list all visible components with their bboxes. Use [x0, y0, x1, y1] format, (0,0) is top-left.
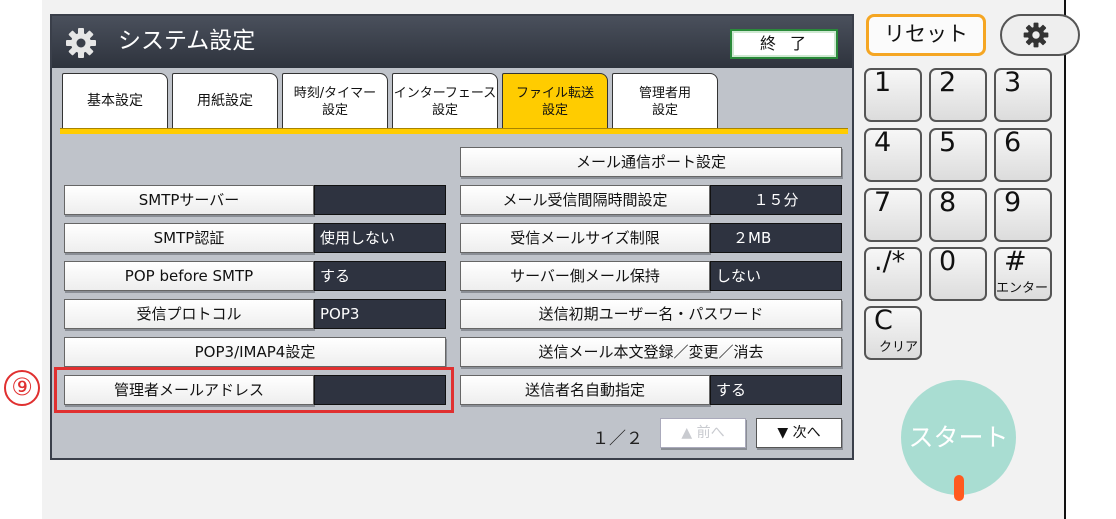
start-indicator-led [954, 475, 964, 501]
send-mail-body-button[interactable]: 送信メール本文登録／変更／消去 [460, 337, 842, 367]
page-title: システム設定 [118, 28, 256, 54]
tab-interface[interactable]: インターフェース 設定 [392, 73, 498, 129]
receive-mail-size-limit-button[interactable]: 受信メールサイズ制限 [460, 223, 710, 253]
sender-name-auto-value: する [710, 375, 842, 405]
title-bar: システム設定 終了 [52, 16, 852, 68]
key-clear[interactable]: C クリア [864, 306, 922, 360]
key-4[interactable]: 4 [864, 128, 922, 182]
key-9[interactable]: 9 [994, 188, 1052, 242]
tab-bar: 基本設定 用紙設定 時刻/タイマー 設定 インターフェース 設定 ファイル転送 … [60, 73, 850, 135]
receive-protocol-value: POP3 [314, 299, 446, 329]
key-label: 1 [874, 67, 892, 98]
key-1[interactable]: 1 [864, 68, 922, 122]
smtp-server-button[interactable]: SMTPサーバー [64, 185, 314, 215]
key-label: 9 [1004, 187, 1022, 218]
key-label: 7 [874, 187, 892, 218]
panel-edge [1064, 0, 1066, 519]
tab-label: ファイル転送 設定 [515, 85, 594, 118]
key-label: # [1004, 246, 1027, 277]
key-label: C [874, 305, 893, 336]
annotation-number: ⑨ [4, 370, 40, 406]
tab-underline [60, 128, 848, 134]
tab-label: インターフェース 設定 [393, 85, 497, 118]
key-5[interactable]: 5 [929, 128, 987, 182]
smtp-auth-value: 使用しない [314, 223, 446, 253]
send-default-user-password-button[interactable]: 送信初期ユーザー名・パスワード [460, 299, 842, 329]
key-label: 2 [939, 67, 957, 98]
receive-mail-size-limit-value: ２MB [710, 223, 842, 253]
prev-page-button[interactable]: ▲ 前へ [660, 418, 746, 448]
tab-label: 管理者用 設定 [638, 85, 691, 118]
key-label: ./* [874, 246, 906, 277]
key-0[interactable]: 0 [929, 247, 987, 301]
server-mail-keep-button[interactable]: サーバー側メール保持 [460, 261, 710, 291]
tab-admin[interactable]: 管理者用 設定 [612, 73, 718, 129]
tab-label: 用紙設定 [197, 93, 253, 109]
key-8[interactable]: 8 [929, 188, 987, 242]
server-mail-keep-value: しない [710, 261, 842, 291]
next-page-button[interactable]: ▼ 次へ [756, 418, 842, 448]
pop-before-smtp-value: する [314, 261, 446, 291]
highlight-box [54, 367, 454, 413]
key-label: 6 [1004, 127, 1022, 158]
receive-protocol-button[interactable]: 受信プロトコル [64, 299, 314, 329]
gear-icon [66, 28, 96, 58]
key-sublabel: クリア [878, 340, 918, 355]
smtp-server-value [314, 185, 446, 215]
mail-port-setting-button[interactable]: メール通信ポート設定 [460, 147, 842, 177]
end-button[interactable]: 終了 [730, 29, 838, 59]
pop-before-smtp-button[interactable]: POP before SMTP [64, 261, 314, 291]
smtp-auth-button[interactable]: SMTP認証 [64, 223, 314, 253]
tab-label: 時刻/タイマー 設定 [293, 85, 377, 118]
key-label: 3 [1004, 67, 1022, 98]
gear-icon [1023, 22, 1049, 48]
page-indicator: １／２ [592, 429, 643, 449]
reset-button[interactable]: リセット [866, 14, 986, 56]
key-6[interactable]: 6 [994, 128, 1052, 182]
key-3[interactable]: 3 [994, 68, 1052, 122]
settings-button[interactable] [1000, 14, 1080, 56]
mail-receive-interval-value: １５分 [710, 185, 842, 215]
tab-paper[interactable]: 用紙設定 [172, 73, 278, 129]
key-label: 4 [874, 127, 892, 158]
tab-label: 基本設定 [87, 93, 143, 109]
mail-receive-interval-button[interactable]: メール受信間隔時間設定 [460, 185, 710, 215]
key-label: 8 [939, 187, 957, 218]
sender-name-auto-button[interactable]: 送信者名自動指定 [460, 375, 710, 405]
key-label: 0 [939, 246, 957, 277]
key-sublabel: エンター [996, 281, 1049, 296]
tab-basic[interactable]: 基本設定 [62, 73, 168, 129]
tab-timer[interactable]: 時刻/タイマー 設定 [282, 73, 388, 129]
key-2[interactable]: 2 [929, 68, 987, 122]
key-7[interactable]: 7 [864, 188, 922, 242]
pop3-imap4-setting-button[interactable]: POP3/IMAP4設定 [64, 337, 446, 367]
tab-file-transfer[interactable]: ファイル転送 設定 [502, 73, 608, 129]
key-dot-star[interactable]: ./* [864, 247, 922, 301]
key-enter[interactable]: # エンター [994, 247, 1052, 301]
key-label: 5 [939, 127, 957, 158]
